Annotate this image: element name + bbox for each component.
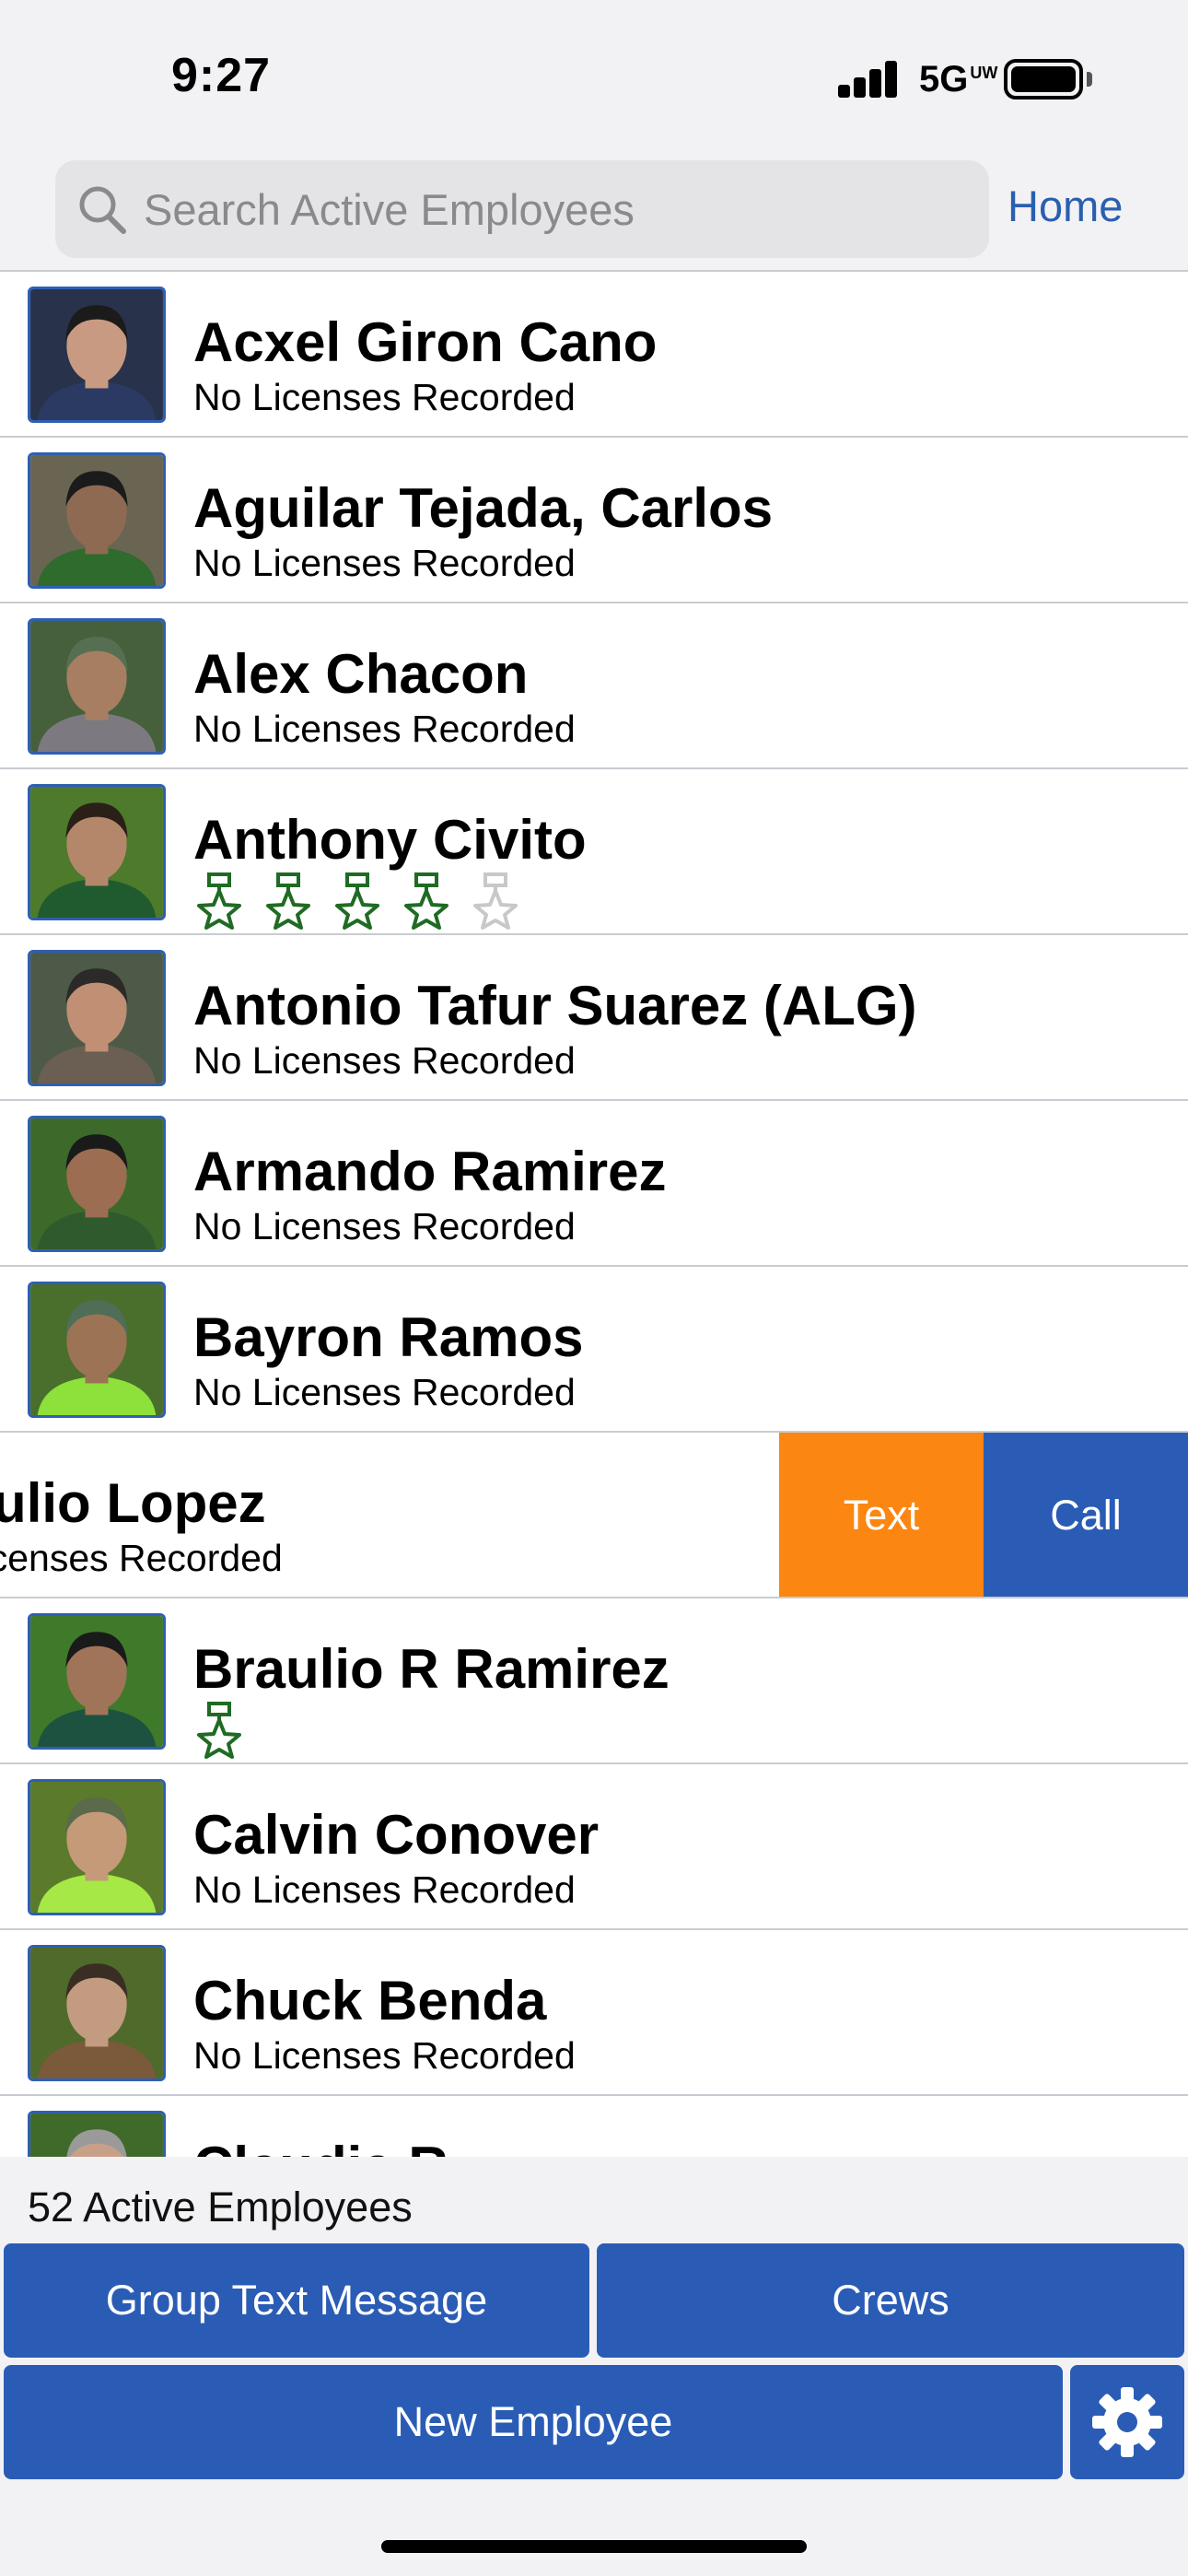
employee-photo <box>30 953 163 1083</box>
text-button[interactable]: Text <box>779 1433 984 1597</box>
employee-name: Bayron Ramos <box>193 1306 584 1368</box>
avatar <box>28 1613 166 1750</box>
employee-photo <box>30 787 163 918</box>
avatar <box>28 784 166 920</box>
employee-photo <box>30 1118 163 1249</box>
employee-row[interactable]: Bayron Ramos No Licenses Recorded <box>0 1267 1188 1433</box>
employee-photo <box>30 2113 163 2157</box>
footer-toolbar: 52 Active Employees Group Text Message C… <box>0 2157 1188 2576</box>
employee-row[interactable]: Braulio R Ramirez <box>0 1598 1188 1764</box>
employee-license-status: No Licenses Recorded <box>193 1371 576 1413</box>
employee-license-status: No Licenses Recorded <box>193 1868 576 1911</box>
battery-icon <box>1004 59 1083 100</box>
employee-row[interactable]: Aguilar Tejada, Carlos No Licenses Record… <box>0 438 1188 603</box>
employee-row[interactable]: Armando Ramirez No Licenses Recorded <box>0 1101 1188 1267</box>
employee-photo <box>30 289 163 420</box>
status-time: 9:27 <box>171 49 272 102</box>
employee-row[interactable]: Alex Chacon No Licenses Recorded <box>0 603 1188 769</box>
license-star-icon <box>195 872 243 930</box>
search-icon <box>79 186 126 234</box>
settings-button[interactable] <box>1070 2365 1184 2479</box>
network-label: 5G <box>919 59 969 100</box>
new-employee-button[interactable]: New Employee <box>4 2365 1063 2479</box>
battery-tip <box>1087 72 1092 87</box>
employee-photo <box>30 1284 163 1415</box>
employee-photo <box>30 455 163 586</box>
employee-name: Armando Ramirez <box>193 1141 667 1202</box>
network-superscript: UW <box>970 64 998 82</box>
license-star-icon <box>195 1702 243 1759</box>
employee-row[interactable]: Acxel Giron Cano No Licenses Recorded <box>0 272 1188 438</box>
group-text-message-button[interactable]: Group Text Message <box>4 2243 589 2358</box>
employee-photo <box>30 1616 163 1747</box>
license-stars <box>195 872 541 931</box>
call-button[interactable]: Call <box>984 1433 1188 1597</box>
employee-name: Chuck Benda <box>193 1970 547 2032</box>
employee-name: Antonio Tafur Suarez (ALG) <box>193 975 917 1036</box>
status-bar: 9:27 5G UW <box>0 0 1188 147</box>
license-stars <box>195 1702 264 1761</box>
employee-license-status: No Licenses Recorded <box>193 1205 576 1247</box>
employee-list[interactable]: Acxel Giron Cano No Licenses Recorded Agui… <box>0 270 1188 2157</box>
license-star-icon <box>333 872 381 930</box>
employee-photo <box>30 621 163 752</box>
avatar <box>28 452 166 589</box>
employee-license-status: No Licenses Recorded <box>193 542 576 584</box>
employee-license-status: No Licenses Recorded <box>0 1537 283 1579</box>
employee-license-status: No Licenses Recorded <box>193 708 576 750</box>
avatar <box>28 1945 166 2081</box>
employee-row[interactable]: Antonio Tafur Suarez (ALG) No Licenses Re… <box>0 935 1188 1101</box>
license-star-icon <box>402 872 450 930</box>
employee-row[interactable]: Calvin Conover No Licenses Recorded <box>0 1764 1188 1930</box>
employee-name: Claudia R <box>193 2135 448 2157</box>
gear-icon <box>1092 2387 1162 2457</box>
avatar <box>28 950 166 1086</box>
avatar <box>28 2111 166 2157</box>
battery-fill <box>1011 66 1076 92</box>
employee-photo <box>30 1948 163 2078</box>
avatar <box>28 287 166 423</box>
employee-row[interactable]: Braulio LopezNo Licenses RecordedTextCal… <box>0 1433 1188 1598</box>
employee-license-status: No Licenses Recorded <box>193 376 576 418</box>
employee-name: Calvin Conover <box>193 1804 600 1866</box>
home-link[interactable]: Home <box>1007 181 1123 232</box>
avatar <box>28 1779 166 1915</box>
employee-license-status: No Licenses Recorded <box>193 1039 576 1082</box>
search-placeholder: Search Active Employees <box>144 185 635 234</box>
employee-row[interactable]: Chuck Benda No Licenses Recorded <box>0 1930 1188 2096</box>
network-type: 5G UW <box>919 59 997 100</box>
home-indicator <box>381 2540 807 2553</box>
employee-license-status: No Licenses Recorded <box>193 2034 576 2077</box>
search-input[interactable]: Search Active Employees <box>55 160 989 258</box>
crews-button[interactable]: Crews <box>597 2243 1184 2358</box>
employee-name: Acxel Giron Cano <box>193 311 658 373</box>
license-star-icon <box>264 872 312 930</box>
employee-name: Braulio Lopez <box>0 1472 266 1534</box>
employee-name: Aguilar Tejada, Carlos <box>193 477 774 539</box>
employee-name: Braulio R Ramirez <box>193 1638 670 1700</box>
employee-photo <box>30 1782 163 1913</box>
employee-row[interactable]: Claudia R <box>0 2096 1188 2157</box>
employee-row[interactable]: Anthony Civito <box>0 769 1188 935</box>
employee-name: Alex Chacon <box>193 643 529 705</box>
swiped-row-content[interactable]: Braulio LopezNo Licenses Recorded <box>0 1433 895 1597</box>
employee-count: 52 Active Employees <box>28 2184 413 2231</box>
cellular-signal-icon <box>838 61 899 98</box>
employee-name: Anthony Civito <box>193 809 587 871</box>
avatar <box>28 1116 166 1252</box>
license-star-empty-icon <box>472 872 519 930</box>
avatar <box>28 1282 166 1418</box>
avatar <box>28 618 166 755</box>
